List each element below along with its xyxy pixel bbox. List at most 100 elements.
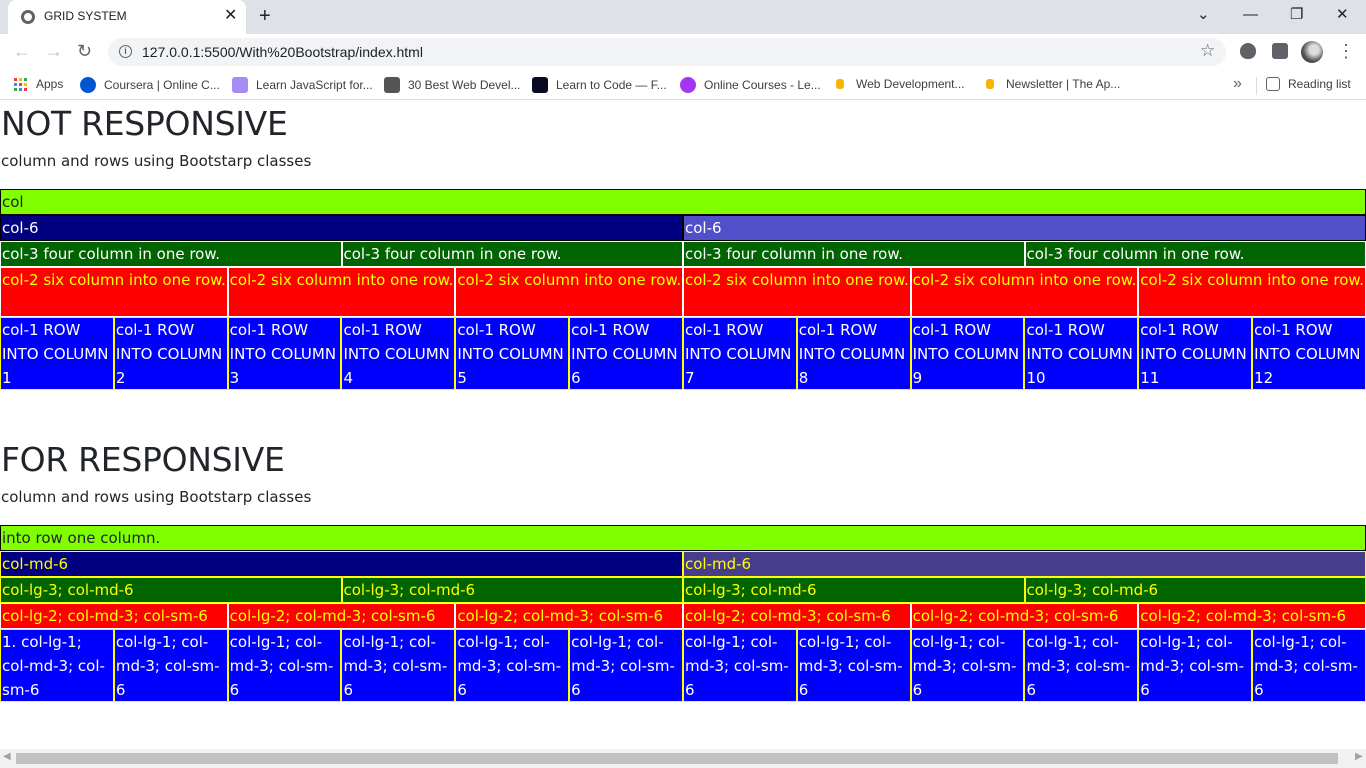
grid-cell: col-2 six column into one row. xyxy=(910,267,1139,317)
grid-cell: col-1 ROW INTO COLUMN 4 xyxy=(341,317,456,390)
grid-cell: col-1 ROW INTO COLUMN 10 xyxy=(1024,317,1139,390)
bookmark-label: Newsletter | The Ap... xyxy=(1006,77,1121,91)
section1-row-col6: col-6 col-6 xyxy=(0,215,1366,241)
grid-cell: col-1 ROW INTO COLUMN 7 xyxy=(682,317,797,390)
grid-cell: col-lg-2; col-md-3; col-sm-6 xyxy=(1138,603,1366,629)
grid-cell: col-lg-3; col-md-6 xyxy=(683,577,1025,603)
grid-cell: col-1 ROW INTO COLUMN 8 xyxy=(796,317,911,390)
grid-cell: col-2 six column into one row. xyxy=(0,267,228,317)
grid-cell: col-lg-1; col-md-3; col-sm-6 xyxy=(1138,629,1253,702)
bookmark-icon xyxy=(836,79,844,89)
grid-cell: col-lg-1; col-md-3; col-sm-6 xyxy=(1252,629,1366,702)
bookmark-item[interactable]: 30 Best Web Devel... xyxy=(384,77,521,93)
section1-title: NOT RESPONSIVE xyxy=(1,104,288,143)
close-icon[interactable]: ✕ xyxy=(224,7,237,25)
javascript-icon xyxy=(232,77,248,93)
chevron-more-icon[interactable]: » xyxy=(1233,75,1242,93)
bookmark-item[interactable]: Apps xyxy=(14,77,63,91)
section2-row-col: into row one column. xyxy=(0,525,1366,551)
grid-cell: col-lg-1; col-md-3; col-sm-6 xyxy=(455,629,570,702)
scroll-left-icon[interactable]: ◀ xyxy=(3,751,11,762)
grid-cell: col-lg-1; col-md-3; col-sm-6 xyxy=(113,629,228,702)
grid-cell: col-lg-3; col-md-6 xyxy=(341,577,683,603)
section1-row-col3: col-3 four column in one row. col-3 four … xyxy=(0,241,1366,267)
reading-list-label: Reading list xyxy=(1288,77,1351,91)
grid-cell: col-lg-1; col-md-3; col-sm-6 xyxy=(1024,629,1139,702)
reading-list-icon xyxy=(1266,77,1280,91)
bookmark-item[interactable]: Coursera | Online C... xyxy=(80,77,220,93)
browser-toolbar: ← → ↻ i 127.0.0.1:5500/With%20Bootstrap/… xyxy=(0,34,1366,70)
grid-cell: col-lg-2; col-md-3; col-sm-6 xyxy=(227,603,456,629)
grid-cell: col-lg-1; col-md-3; col-sm-6 xyxy=(910,629,1025,702)
grid-cell: col-1 ROW INTO COLUMN 9 xyxy=(910,317,1025,390)
grid-cell: col-6 xyxy=(0,215,683,241)
star-icon[interactable]: ☆ xyxy=(1200,41,1215,61)
section2-row-col2: col-lg-2; col-md-3; col-sm-6 col-lg-2; co… xyxy=(0,603,1366,629)
section2-row-col1: 1. col-lg-1; col-md-3; col-sm-6 col-lg-1;… xyxy=(0,629,1366,702)
horizontal-scrollbar[interactable]: ◀ ▶ xyxy=(0,749,1366,768)
bookmark-item[interactable]: Web Development... xyxy=(832,77,965,91)
forward-icon[interactable]: → xyxy=(45,40,63,62)
bookmarks-bar: Apps Coursera | Online C... Learn JavaScri… xyxy=(0,70,1366,100)
chevron-down-icon[interactable]: ⌄ xyxy=(1197,5,1210,25)
bookmarks-divider xyxy=(1256,77,1257,95)
coursera-icon xyxy=(80,77,96,93)
grid-cell: col-1 ROW INTO COLUMN 6 xyxy=(569,317,683,390)
tab-title: GRID SYSTEM xyxy=(44,9,127,23)
bookmark-item[interactable]: Learn to Code — F... xyxy=(532,77,667,93)
bookmark-label: Apps xyxy=(36,77,64,91)
reading-list-button[interactable]: Reading list xyxy=(1266,77,1351,91)
reload-icon[interactable]: ↻ xyxy=(77,40,92,62)
minimize-icon[interactable]: — xyxy=(1243,5,1258,25)
tab-strip: GRID SYSTEM ✕ + ⌄ — ❐ ✕ xyxy=(0,0,1366,34)
scrollbar-thumb[interactable] xyxy=(16,753,1338,764)
grid-cell: col-lg-2; col-md-3; col-sm-6 xyxy=(0,603,228,629)
grid-cell: col xyxy=(0,189,1366,215)
bookmark-item[interactable]: Learn JavaScript for... xyxy=(232,77,373,93)
grid-cell: col-lg-2; col-md-3; col-sm-6 xyxy=(682,603,911,629)
grid-cell: col-lg-2; col-md-3; col-sm-6 xyxy=(455,603,683,629)
grid-cell: col-lg-3; col-md-6 xyxy=(1024,577,1366,603)
window-close-icon[interactable]: ✕ xyxy=(1336,5,1349,25)
grid-cell: col-lg-3; col-md-6 xyxy=(0,577,342,603)
grid-cell: col-2 six column into one row. xyxy=(227,267,456,317)
section1-row-col1: col-1 ROW INTO COLUMN 1 col-1 ROW INTO CO… xyxy=(0,317,1366,390)
new-tab-icon[interactable]: + xyxy=(259,5,271,27)
menu-icon[interactable]: ⋮ xyxy=(1337,40,1355,62)
grid-cell: col-6 xyxy=(683,215,1366,241)
udemy-icon xyxy=(680,77,696,93)
url-text[interactable]: 127.0.0.1:5500/With%20Bootstrap/index.ht… xyxy=(142,44,423,60)
webdev-icon xyxy=(384,77,400,93)
restore-icon[interactable]: ❐ xyxy=(1290,5,1303,25)
grid-cell: col-2 six column into one row. xyxy=(1138,267,1366,317)
browser-tab[interactable]: GRID SYSTEM ✕ xyxy=(8,0,246,34)
section1-subtitle: column and rows using Bootstarp classes xyxy=(1,152,312,170)
grid-cell: col-md-6 xyxy=(683,551,1366,577)
scroll-right-icon[interactable]: ▶ xyxy=(1355,751,1363,762)
grid-cell: col-1 ROW INTO COLUMN 12 xyxy=(1252,317,1366,390)
grid-cell: into row one column. xyxy=(0,525,1366,551)
bookmark-label: Coursera | Online C... xyxy=(104,78,220,92)
section1-row-col: col xyxy=(0,189,1366,215)
section2-subtitle: column and rows using Bootstarp classes xyxy=(1,488,312,506)
grid-cell: col-lg-2; col-md-3; col-sm-6 xyxy=(910,603,1139,629)
grid-cell: col-3 four column in one row. xyxy=(0,241,342,267)
address-bar[interactable]: i 127.0.0.1:5500/With%20Bootstrap/index.… xyxy=(108,38,1226,66)
bookmark-label: Learn to Code — F... xyxy=(556,78,667,92)
avatar[interactable] xyxy=(1301,41,1323,63)
grid-cell: col-1 ROW INTO COLUMN 3 xyxy=(227,317,342,390)
grid-cell: col-lg-1; col-md-3; col-sm-6 xyxy=(341,629,456,702)
bookmark-item[interactable]: Newsletter | The Ap... xyxy=(982,77,1120,91)
bookmark-label: Web Development... xyxy=(856,77,965,91)
grid-cell: col-1 ROW INTO COLUMN 11 xyxy=(1138,317,1253,390)
info-icon[interactable]: i xyxy=(119,45,132,58)
back-icon[interactable]: ← xyxy=(13,40,31,62)
apps-grid-icon xyxy=(14,77,27,91)
puzzle-icon[interactable] xyxy=(1272,43,1288,59)
section1-row-col2: col-2 six column into one row. col-2 six … xyxy=(0,267,1366,317)
bookmark-item[interactable]: Online Courses - Le... xyxy=(680,77,821,93)
grid-cell: col-3 four column in one row. xyxy=(683,241,1025,267)
extension-icon[interactable] xyxy=(1240,43,1256,59)
grid-cell: col-lg-1; col-md-3; col-sm-6 xyxy=(227,629,342,702)
grid-cell: col-2 six column into one row. xyxy=(682,267,911,317)
